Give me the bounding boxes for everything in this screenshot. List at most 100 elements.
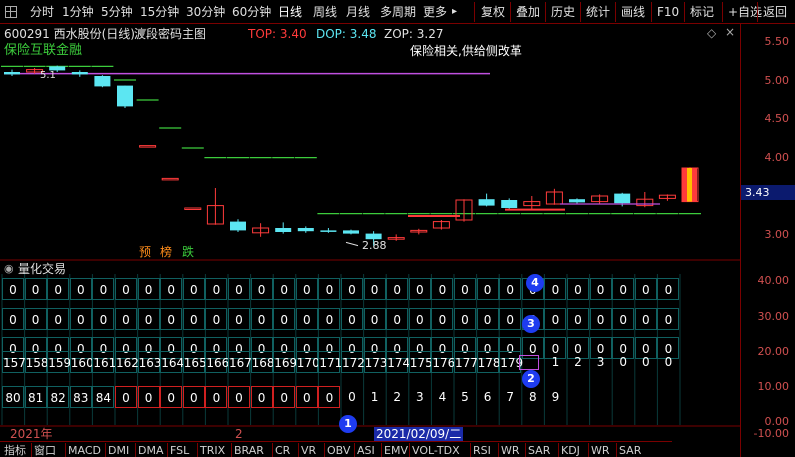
signal-cell: 0	[273, 386, 296, 408]
tab-daily[interactable]: 日线	[278, 3, 302, 21]
tab-obv-10[interactable]: OBV	[327, 443, 350, 457]
signal-cell: 0	[295, 308, 318, 330]
tab-divider	[558, 443, 559, 457]
signal-cell: 2	[393, 390, 401, 404]
tab-multi-period[interactable]: 多周期	[380, 3, 416, 21]
tab-1min[interactable]: 1分钟	[62, 3, 94, 21]
signal-cell: 0	[69, 308, 92, 330]
signal-cell	[635, 386, 657, 408]
tab-vr-9[interactable]: VR	[301, 443, 316, 457]
back-button[interactable]: 返回	[763, 3, 787, 21]
tab--1[interactable]: 窗口	[34, 443, 56, 457]
overlay-button[interactable]: 叠加	[516, 3, 540, 21]
signal-cell: 0	[567, 308, 589, 330]
tab-dmi-3[interactable]: DMI	[108, 443, 129, 457]
tab-60min[interactable]: 60分钟	[232, 3, 271, 21]
signal-stripe	[687, 168, 692, 202]
close-icon[interactable]: ×	[725, 25, 735, 39]
tab-divider	[135, 443, 136, 457]
tab-sar-19[interactable]: SAR	[619, 443, 641, 457]
tab-voltdx-13[interactable]: VOL-TDX	[412, 443, 460, 457]
tab-monthly[interactable]: 月线	[346, 3, 370, 21]
tab-fsl-5[interactable]: FSL	[170, 443, 189, 457]
signal-cell: 0	[250, 308, 273, 330]
tab-divider	[498, 443, 499, 457]
signal-cell: 0	[641, 355, 650, 369]
history-button[interactable]: 历史	[551, 3, 575, 21]
tab-5min[interactable]: 5分钟	[101, 3, 133, 21]
signal-cell: 0	[2, 278, 24, 300]
signal-cell: 0	[499, 308, 522, 330]
signal-cell: 0	[499, 278, 522, 300]
tab-sar-16[interactable]: SAR	[528, 443, 550, 457]
tick-5-50: 5.50	[764, 35, 790, 48]
signal-cell: 0	[137, 386, 160, 408]
tab-divider	[231, 443, 232, 457]
more-arrow-icon[interactable]: ▸	[452, 3, 457, 21]
candle-body	[71, 72, 88, 75]
tab-15min[interactable]: 15分钟	[140, 3, 179, 21]
zop-value: ZOP: 3.27	[384, 27, 444, 41]
tab-brar-7[interactable]: BRAR	[234, 443, 264, 457]
current-price-box: 3.43	[741, 185, 795, 200]
tab-wr-15[interactable]: WR	[501, 443, 520, 457]
signal-cell: 177	[454, 351, 478, 373]
tab-divider	[381, 443, 382, 457]
toolbar-divider	[757, 2, 758, 22]
signal-cell: 161	[92, 351, 116, 373]
draw-line-button[interactable]: 画线	[621, 3, 645, 21]
window-shrink-icon[interactable]: ◇	[707, 26, 716, 40]
collapse-icon[interactable]: ◉	[4, 262, 14, 276]
f10-button[interactable]: F10	[657, 3, 679, 21]
tab--0[interactable]: 指标	[4, 443, 26, 457]
stats-button[interactable]: 统计	[586, 3, 610, 21]
signal-cell: 166	[205, 351, 229, 373]
tab-asi-11[interactable]: ASI	[357, 443, 375, 457]
signal-cell: 0	[160, 308, 183, 330]
signal-cell: 0	[182, 308, 205, 330]
tab-30min[interactable]: 30分钟	[186, 3, 225, 21]
tab-emv-12[interactable]: EMV	[384, 443, 408, 457]
tab-kdj-17[interactable]: KDJ	[561, 443, 580, 457]
tab-weekly[interactable]: 周线	[313, 3, 337, 21]
sub-panel-title: 量化交易	[18, 262, 67, 276]
badge-4: 4	[526, 274, 544, 292]
signal-cell: 0	[205, 308, 228, 330]
more-dropdown[interactable]: 更多	[423, 3, 447, 21]
tab-macd-2[interactable]: MACD	[68, 443, 101, 457]
tab-wr-18[interactable]: WR	[591, 443, 610, 457]
tab-divider	[167, 443, 168, 457]
toolbar-divider	[545, 2, 546, 22]
chart-note: 保险相关,供给侧改革	[410, 44, 522, 58]
grid-icon[interactable]	[5, 6, 17, 18]
signal-cell: 0	[69, 278, 92, 300]
low-arrow	[345, 241, 359, 247]
signal-cell: 179	[499, 351, 523, 373]
tab-cr-8[interactable]: CR	[275, 443, 290, 457]
signal-cell: 0	[250, 278, 273, 300]
signal-cell: 170	[295, 351, 320, 373]
cursor-highlight-box	[519, 355, 539, 370]
tick-3-00: 3.00	[764, 228, 790, 241]
signal-cell: 0	[47, 308, 70, 330]
toolbar-divider	[580, 2, 581, 22]
signal-cell: 0	[363, 278, 386, 300]
tab-rsi-14[interactable]: RSI	[473, 443, 491, 457]
signal-cell: 0	[182, 278, 205, 300]
mark-button[interactable]: 标记	[690, 3, 714, 21]
signal-cell: 0	[160, 278, 183, 300]
low-price-label: 2.88	[362, 239, 387, 252]
signal-cell: 169	[273, 351, 297, 373]
tab-divider	[470, 443, 471, 457]
tick-5-00: 5.00	[764, 74, 790, 87]
tab-dma-4[interactable]: DMA	[138, 443, 164, 457]
signal-cell: 0	[137, 308, 160, 330]
price-chart[interactable]	[0, 24, 740, 441]
adjust-button[interactable]: 复权	[481, 3, 505, 21]
dropdown-caret-icon[interactable]: ▼	[138, 26, 146, 40]
price-axis: 5.50 5.00 4.50 4.00 3.50 3.00 40.00 30.0…	[740, 24, 795, 457]
signal-cell: 0	[92, 278, 115, 300]
badge-1: 1	[339, 415, 357, 433]
tab-trix-6[interactable]: TRIX	[200, 443, 225, 457]
tab-minute[interactable]: 分时	[30, 3, 54, 21]
